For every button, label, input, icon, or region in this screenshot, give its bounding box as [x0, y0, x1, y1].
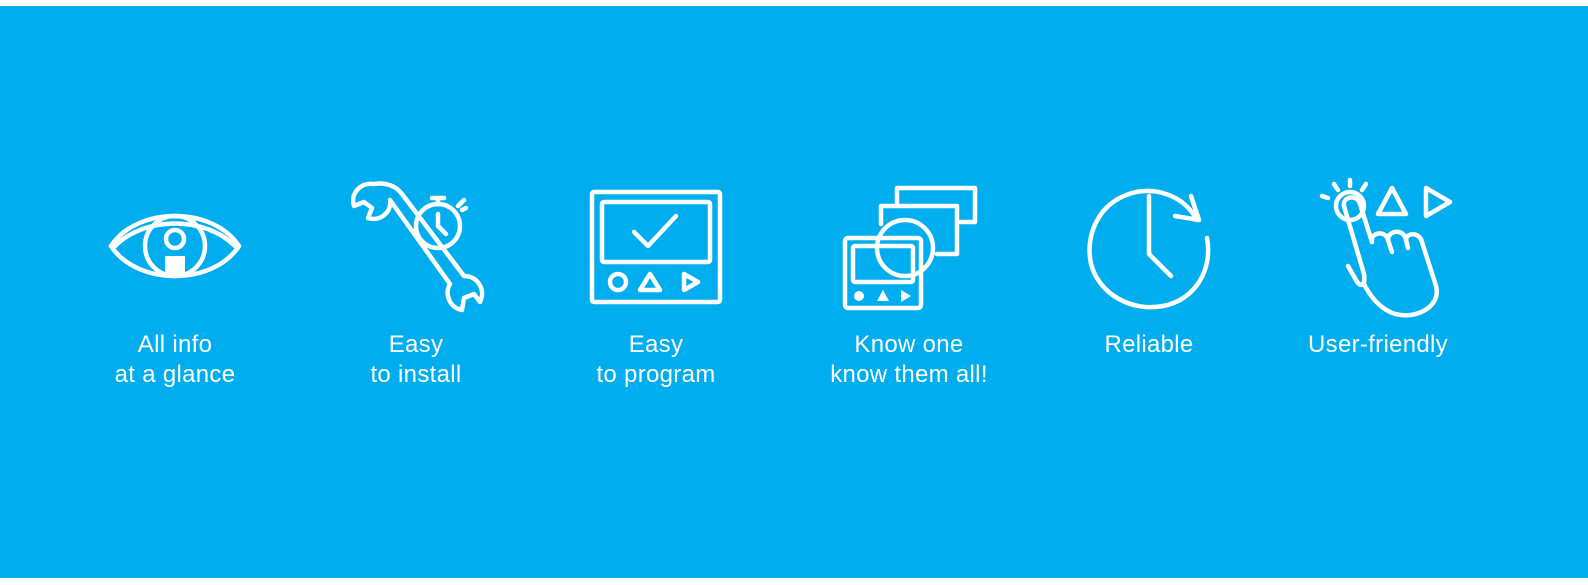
feature-all-info: All info at a glance [55, 6, 295, 578]
feature-label: Easy to program [536, 330, 776, 390]
feature-label-line2: at a glance [114, 361, 236, 388]
feature-reliable: Reliable [1029, 6, 1269, 578]
eye-icon [108, 213, 242, 279]
features-banner: All info at a glance Easy to install Eas… [0, 6, 1588, 578]
feature-label-line1: User-friendly [1308, 331, 1448, 358]
feature-easy-install: Easy to install [296, 6, 536, 578]
feature-label: Easy to install [296, 330, 536, 390]
feature-label-line1: All info [137, 331, 213, 358]
stacked-devices-icon [842, 185, 978, 311]
feature-label-line1: Reliable [1104, 331, 1194, 358]
feature-label-line2: know them all! [830, 361, 988, 388]
feature-label-line2: to program [596, 361, 716, 388]
wrench-stopwatch-icon [350, 181, 485, 313]
feature-label: User-friendly [1258, 330, 1498, 360]
feature-label-line2: to install [370, 361, 462, 388]
feature-label-line1: Know one [854, 331, 964, 358]
feature-label-line1: Easy [388, 331, 444, 358]
display-checkmark-icon [589, 189, 723, 305]
pointing-hand-icon [1319, 177, 1453, 318]
feature-label: All info at a glance [55, 330, 295, 390]
feature-know-one: Know one know them all! [789, 6, 1029, 578]
feature-label: Reliable [1029, 330, 1269, 360]
clock-icon [1087, 188, 1211, 310]
feature-easy-program: Easy to program [536, 6, 776, 578]
feature-label-line1: Easy [628, 331, 684, 358]
feature-user-friendly: User-friendly [1258, 6, 1498, 578]
feature-label: Know one know them all! [789, 330, 1029, 390]
